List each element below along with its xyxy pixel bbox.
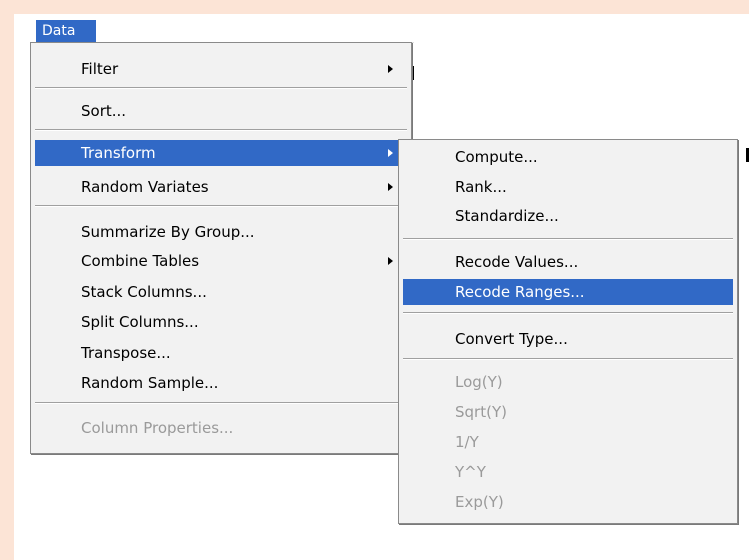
menu-item-filter[interactable]: Filter (35, 56, 407, 82)
menu-item-label: 1/Y (455, 433, 479, 451)
menu-item-transpose[interactable]: Transpose... (35, 340, 407, 366)
menu-item-label: Recode Values... (455, 253, 579, 271)
menu-item-combine-tables[interactable]: Combine Tables (35, 248, 407, 274)
menu-item-label: Transpose... (81, 344, 171, 362)
submenu-arrow-icon (388, 183, 393, 191)
menu-item-label: Rank... (455, 178, 507, 196)
menu-item-compute[interactable]: Compute... (403, 144, 733, 170)
menu-item-stack-columns[interactable]: Stack Columns... (35, 279, 407, 305)
menu-separator (403, 238, 733, 240)
menu-item-recode-ranges[interactable]: Recode Ranges... (403, 279, 733, 305)
menu-item-label: Compute... (455, 148, 538, 166)
menu-item-label: Filter (81, 60, 119, 78)
submenu-arrow-icon (388, 65, 393, 73)
menu-item-sort[interactable]: Sort... (35, 98, 407, 124)
menu-item-label: Sqrt(Y) (455, 403, 507, 421)
menu-item-label: Sort... (81, 102, 127, 120)
submenu-arrow-icon (388, 149, 393, 157)
menu-item-label: Recode Ranges... (455, 283, 585, 301)
menu-item-label: Random Sample... (81, 374, 219, 392)
data-menu-button[interactable]: Data (36, 20, 96, 42)
menu-item-exp-y: Exp(Y) (403, 489, 733, 515)
menu-item-rank[interactable]: Rank... (403, 174, 733, 200)
menu-item-label: Split Columns... (81, 313, 199, 331)
menu-item-random-sample[interactable]: Random Sample... (35, 370, 407, 396)
menu-item-label: Column Properties... (81, 419, 234, 437)
menu-separator (35, 205, 407, 207)
menu-item-label: Transform (81, 144, 156, 162)
menu-item-standardize[interactable]: Standardize... (403, 203, 733, 229)
menu-separator (403, 312, 733, 314)
submenu-arrow-icon (388, 257, 393, 265)
menu-item-label: Y^Y (455, 463, 486, 481)
menu-item-sqrt-y: Sqrt(Y) (403, 399, 733, 425)
menu-item-summarize-by-group[interactable]: Summarize By Group... (35, 219, 407, 245)
menu-item-recode-values[interactable]: Recode Values... (403, 249, 733, 275)
menu-item-label: Standardize... (455, 207, 559, 225)
menu-item-label: Summarize By Group... (81, 223, 255, 241)
menu-item-label: Log(Y) (455, 373, 503, 391)
menu-item-reciprocal-y: 1/Y (403, 429, 733, 455)
menu-separator (403, 358, 733, 360)
menu-item-random-variates[interactable]: Random Variates (35, 174, 407, 200)
menu-separator (35, 87, 407, 89)
menu-separator (35, 129, 407, 131)
background-fragment (412, 66, 414, 80)
menu-separator (35, 402, 407, 404)
menu-item-convert-type[interactable]: Convert Type... (403, 326, 733, 352)
menu-item-y-power-y: Y^Y (403, 459, 733, 485)
menu-item-label: Combine Tables (81, 252, 200, 270)
transform-submenu: Compute... Rank... Standardize... Recode… (398, 139, 738, 524)
menu-item-split-columns[interactable]: Split Columns... (35, 309, 407, 335)
menu-item-label: Random Variates (81, 178, 209, 196)
menu-item-label: Convert Type... (455, 330, 568, 348)
menu-item-column-properties: Column Properties... (35, 415, 407, 441)
menu-item-log-y: Log(Y) (403, 369, 733, 395)
menu-item-label: Stack Columns... (81, 283, 207, 301)
menu-item-transform[interactable]: Transform (35, 140, 407, 166)
data-menu: Filter Sort... Transform Random Variates… (30, 42, 412, 454)
menu-item-label: Exp(Y) (455, 493, 504, 511)
